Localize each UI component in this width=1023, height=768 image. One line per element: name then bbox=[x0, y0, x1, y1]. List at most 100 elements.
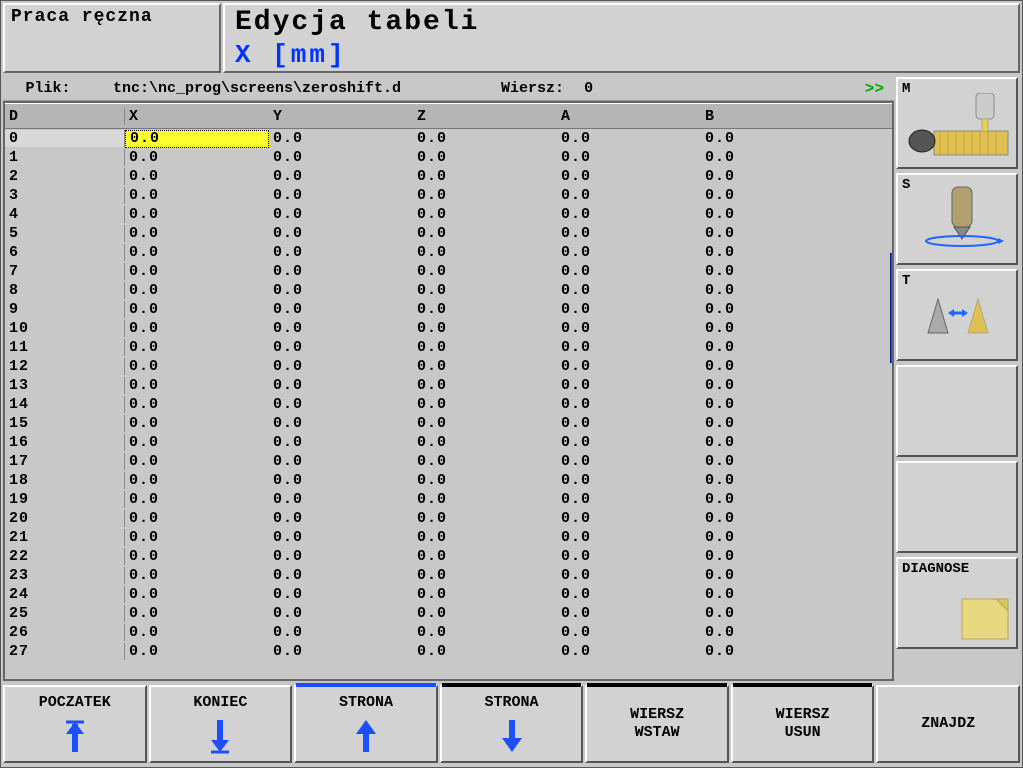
cell-a[interactable]: 0.0 bbox=[557, 377, 701, 394]
table-row[interactable]: 180.00.00.00.00.0 bbox=[5, 471, 892, 490]
cell-y[interactable]: 0.0 bbox=[269, 149, 413, 166]
cell-y[interactable]: 0.0 bbox=[269, 586, 413, 603]
cell-b[interactable]: 0.0 bbox=[701, 396, 845, 413]
cell-x[interactable]: 0.0 bbox=[125, 149, 269, 166]
cell-d[interactable]: 6 bbox=[5, 244, 125, 261]
table-row[interactable]: 10.00.00.00.00.0 bbox=[5, 148, 892, 167]
table-row[interactable]: 70.00.00.00.00.0 bbox=[5, 262, 892, 281]
cell-y[interactable]: 0.0 bbox=[269, 643, 413, 660]
cell-x[interactable]: 0.0 bbox=[125, 567, 269, 584]
softkey-row-insert[interactable]: WIERSZ WSTAW bbox=[585, 685, 729, 763]
table-row[interactable]: 250.00.00.00.00.0 bbox=[5, 604, 892, 623]
cell-d[interactable]: 3 bbox=[5, 187, 125, 204]
data-table[interactable]: D X Y Z A B 00.00.00.00.00.010.00.00.00.… bbox=[3, 101, 894, 681]
cell-x[interactable]: 0.0 bbox=[125, 548, 269, 565]
table-row[interactable]: 100.00.00.00.00.0 bbox=[5, 319, 892, 338]
cell-a[interactable]: 0.0 bbox=[557, 396, 701, 413]
cell-b[interactable]: 0.0 bbox=[701, 377, 845, 394]
cell-d[interactable]: 13 bbox=[5, 377, 125, 394]
cell-a[interactable]: 0.0 bbox=[557, 624, 701, 641]
cell-y[interactable]: 0.0 bbox=[269, 130, 413, 147]
cell-b[interactable]: 0.0 bbox=[701, 567, 845, 584]
cell-z[interactable]: 0.0 bbox=[413, 206, 557, 223]
cell-b[interactable]: 0.0 bbox=[701, 358, 845, 375]
cell-d[interactable]: 15 bbox=[5, 415, 125, 432]
cell-z[interactable]: 0.0 bbox=[413, 434, 557, 451]
table-row[interactable]: 130.00.00.00.00.0 bbox=[5, 376, 892, 395]
table-row[interactable]: 190.00.00.00.00.0 bbox=[5, 490, 892, 509]
cell-y[interactable]: 0.0 bbox=[269, 434, 413, 451]
cell-b[interactable]: 0.0 bbox=[701, 586, 845, 603]
cell-d[interactable]: 8 bbox=[5, 282, 125, 299]
cell-a[interactable]: 0.0 bbox=[557, 453, 701, 470]
cell-x[interactable]: 0.0 bbox=[125, 643, 269, 660]
cell-b[interactable]: 0.0 bbox=[701, 263, 845, 280]
cell-x[interactable]: 0.0 bbox=[125, 510, 269, 527]
cell-y[interactable]: 0.0 bbox=[269, 187, 413, 204]
cell-y[interactable]: 0.0 bbox=[269, 282, 413, 299]
cell-b[interactable]: 0.0 bbox=[701, 130, 845, 147]
side-button-empty-1[interactable] bbox=[896, 365, 1018, 457]
cell-b[interactable]: 0.0 bbox=[701, 339, 845, 356]
cell-x[interactable]: 0.0 bbox=[125, 244, 269, 261]
cell-y[interactable]: 0.0 bbox=[269, 263, 413, 280]
cell-y[interactable]: 0.0 bbox=[269, 548, 413, 565]
cell-b[interactable]: 0.0 bbox=[701, 491, 845, 508]
cell-y[interactable]: 0.0 bbox=[269, 377, 413, 394]
cell-y[interactable]: 0.0 bbox=[269, 510, 413, 527]
cell-a[interactable]: 0.0 bbox=[557, 301, 701, 318]
cell-a[interactable]: 0.0 bbox=[557, 225, 701, 242]
cell-x[interactable]: 0.0 bbox=[125, 358, 269, 375]
cell-b[interactable]: 0.0 bbox=[701, 282, 845, 299]
cell-y[interactable]: 0.0 bbox=[269, 605, 413, 622]
cell-z[interactable]: 0.0 bbox=[413, 320, 557, 337]
cell-d[interactable]: 23 bbox=[5, 567, 125, 584]
table-row[interactable]: 00.00.00.00.00.0 bbox=[5, 129, 892, 148]
cell-d[interactable]: 1 bbox=[5, 149, 125, 166]
scrollbar-thumb[interactable] bbox=[890, 253, 894, 363]
side-button-s[interactable]: S bbox=[896, 173, 1018, 265]
cell-d[interactable]: 4 bbox=[5, 206, 125, 223]
cell-a[interactable]: 0.0 bbox=[557, 415, 701, 432]
cell-z[interactable]: 0.0 bbox=[413, 358, 557, 375]
cell-a[interactable]: 0.0 bbox=[557, 244, 701, 261]
cell-d[interactable]: 25 bbox=[5, 605, 125, 622]
cell-x[interactable]: 0.0 bbox=[125, 472, 269, 489]
cell-z[interactable]: 0.0 bbox=[413, 282, 557, 299]
cell-d[interactable]: 22 bbox=[5, 548, 125, 565]
cell-x[interactable]: 0.0 bbox=[125, 491, 269, 508]
cell-y[interactable]: 0.0 bbox=[269, 491, 413, 508]
cell-x[interactable]: 0.0 bbox=[125, 187, 269, 204]
cell-x[interactable]: 0.0 bbox=[125, 396, 269, 413]
cell-z[interactable]: 0.0 bbox=[413, 453, 557, 470]
softkey-find[interactable]: ZNAJDZ bbox=[876, 685, 1020, 763]
cell-z[interactable]: 0.0 bbox=[413, 472, 557, 489]
cell-d[interactable]: 0 bbox=[5, 130, 125, 147]
more-indicator[interactable]: >> bbox=[865, 77, 884, 101]
cell-a[interactable]: 0.0 bbox=[557, 567, 701, 584]
softkey-page-down[interactable]: STRONA bbox=[440, 685, 584, 763]
cell-a[interactable]: 0.0 bbox=[557, 605, 701, 622]
cell-z[interactable]: 0.0 bbox=[413, 643, 557, 660]
cell-a[interactable]: 0.0 bbox=[557, 643, 701, 660]
cell-d[interactable]: 24 bbox=[5, 586, 125, 603]
table-row[interactable]: 160.00.00.00.00.0 bbox=[5, 433, 892, 452]
cell-x[interactable]: 0.0 bbox=[125, 377, 269, 394]
cell-d[interactable]: 2 bbox=[5, 168, 125, 185]
cell-a[interactable]: 0.0 bbox=[557, 472, 701, 489]
cell-b[interactable]: 0.0 bbox=[701, 472, 845, 489]
cell-b[interactable]: 0.0 bbox=[701, 548, 845, 565]
cell-x[interactable]: 0.0 bbox=[125, 206, 269, 223]
cell-d[interactable]: 17 bbox=[5, 453, 125, 470]
cell-a[interactable]: 0.0 bbox=[557, 206, 701, 223]
softkey-begin[interactable]: POCZATEK bbox=[3, 685, 147, 763]
cell-b[interactable]: 0.0 bbox=[701, 149, 845, 166]
cell-x[interactable]: 0.0 bbox=[125, 415, 269, 432]
cell-a[interactable]: 0.0 bbox=[557, 586, 701, 603]
cell-a[interactable]: 0.0 bbox=[557, 130, 701, 147]
cell-y[interactable]: 0.0 bbox=[269, 339, 413, 356]
cell-d[interactable]: 18 bbox=[5, 472, 125, 489]
cell-y[interactable]: 0.0 bbox=[269, 415, 413, 432]
table-row[interactable]: 230.00.00.00.00.0 bbox=[5, 566, 892, 585]
cell-y[interactable]: 0.0 bbox=[269, 567, 413, 584]
